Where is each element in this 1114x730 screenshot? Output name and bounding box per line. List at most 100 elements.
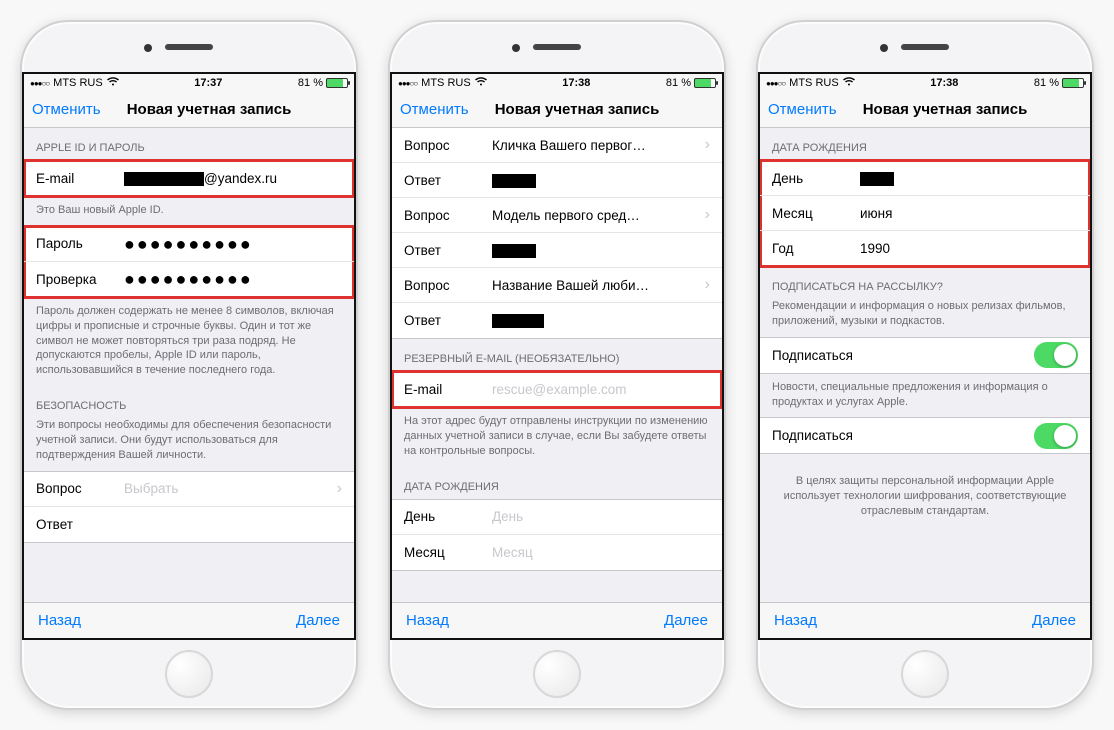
- back-button[interactable]: Назад: [774, 612, 817, 629]
- sub2-label: Подписаться: [772, 428, 882, 443]
- phone-mockup-1: ●●●○○ MTS RUS 17:37 81 % Отменить Новая …: [20, 20, 358, 710]
- day-value: [860, 170, 1078, 185]
- a3-cell[interactable]: Ответ: [392, 303, 722, 338]
- year-label: Год: [772, 241, 860, 256]
- security-questions-group: Вопрос Кличка Вашего первог… › Ответ Воп…: [392, 128, 722, 339]
- phone-camera: [144, 44, 152, 52]
- rescue-footer: На этот адрес будут отправлены инструкци…: [392, 408, 722, 467]
- section-header-subscribe: ПОДПИСАТЬСЯ НА РАССЫЛКУ?: [760, 267, 1090, 299]
- day-cell[interactable]: День: [760, 161, 1090, 196]
- a2-label: Ответ: [404, 243, 492, 258]
- password-group: Пароль ●●●●●●●●●● Проверка ●●●●●●●●●●: [24, 226, 354, 298]
- email-value: @yandex.ru: [124, 171, 342, 186]
- status-bar: ●●●○○ MTS RUS 17:38 81 %: [392, 74, 722, 92]
- battery-pct: 81 %: [666, 77, 691, 89]
- rescue-group: E-mail rescue@example.com: [392, 371, 722, 408]
- battery-pct: 81 %: [1034, 77, 1059, 89]
- section-header-appleid: APPLE ID И ПАРОЛЬ: [24, 128, 354, 160]
- rescue-label: E-mail: [404, 382, 492, 397]
- year-cell[interactable]: Год 1990: [760, 231, 1090, 266]
- status-bar: ●●●○○ MTS RUS 17:37 81 %: [24, 74, 354, 92]
- dob-group: День Месяц июня Год 1990: [760, 160, 1090, 267]
- month-cell[interactable]: Месяц июня: [760, 196, 1090, 231]
- q1-cell[interactable]: Вопрос Кличка Вашего первог… ›: [392, 128, 722, 163]
- carrier-label: MTS RUS: [53, 77, 103, 89]
- phone-top: [22, 22, 356, 72]
- content: APPLE ID И ПАРОЛЬ E-mail @yandex.ru Это …: [24, 128, 354, 602]
- phone-speaker: [165, 44, 213, 50]
- q2-cell[interactable]: Вопрос Модель первого сред… ›: [392, 198, 722, 233]
- q3-cell[interactable]: Вопрос Название Вашей люби… ›: [392, 268, 722, 303]
- year-value: 1990: [860, 241, 1078, 256]
- redacted-answer-1: [492, 174, 536, 188]
- q1-label: Вопрос: [404, 138, 492, 153]
- phone-speaker: [533, 44, 581, 50]
- status-right: 81 %: [298, 77, 348, 89]
- confirm-value: ●●●●●●●●●●: [124, 272, 342, 286]
- sub1-note: Рекомендации и информация о новых релиза…: [760, 299, 1090, 337]
- wifi-icon: [475, 77, 487, 89]
- question-cell[interactable]: Вопрос Выбрать ›: [24, 472, 354, 507]
- subscribe-toggle-1[interactable]: [1034, 342, 1078, 368]
- screen: ●●●○○ MTS RUS 17:38 81 % Отменить Новая …: [758, 72, 1092, 640]
- month-value: Месяц: [492, 545, 710, 560]
- next-button[interactable]: Далее: [1032, 612, 1076, 629]
- answer-cell[interactable]: Ответ: [24, 507, 354, 542]
- password-cell[interactable]: Пароль ●●●●●●●●●●: [24, 227, 354, 262]
- status-bar: ●●●○○ MTS RUS 17:38 81 %: [760, 74, 1090, 92]
- day-cell[interactable]: День День: [392, 500, 722, 535]
- month-label: Месяц: [772, 206, 860, 221]
- question-group: Вопрос Выбрать › Ответ: [24, 471, 354, 543]
- sub1-cell[interactable]: Подписаться: [760, 338, 1090, 373]
- email-group: E-mail @yandex.ru: [24, 160, 354, 197]
- home-button[interactable]: [165, 650, 213, 698]
- status-left: ●●●○○ MTS RUS: [398, 77, 487, 89]
- home-button[interactable]: [901, 650, 949, 698]
- status-time: 17:37: [194, 77, 222, 89]
- a1-cell[interactable]: Ответ: [392, 163, 722, 198]
- redacted-answer-2: [492, 244, 536, 258]
- signal-icon: ●●●○○: [766, 79, 785, 88]
- rescue-cell[interactable]: E-mail rescue@example.com: [392, 372, 722, 407]
- status-left: ●●●○○ MTS RUS: [30, 77, 119, 89]
- battery-pct: 81 %: [298, 77, 323, 89]
- q3-value: Название Вашей люби…: [492, 278, 705, 293]
- back-button[interactable]: Назад: [406, 612, 449, 629]
- content: Вопрос Кличка Вашего первог… › Ответ Воп…: [392, 128, 722, 602]
- wifi-icon: [107, 77, 119, 89]
- a2-cell[interactable]: Ответ: [392, 233, 722, 268]
- sub2-group: Подписаться: [760, 417, 1090, 454]
- redacted-day: [860, 172, 894, 186]
- back-button[interactable]: Назад: [38, 612, 81, 629]
- phone-speaker: [901, 44, 949, 50]
- a3-label: Ответ: [404, 313, 492, 328]
- confirm-cell[interactable]: Проверка ●●●●●●●●●●: [24, 262, 354, 297]
- status-right: 81 %: [666, 77, 716, 89]
- battery-icon: [694, 78, 716, 88]
- status-left: ●●●○○ MTS RUS: [766, 77, 855, 89]
- home-button[interactable]: [533, 650, 581, 698]
- nav-title: Новая учетная запись: [432, 101, 722, 118]
- toolbar: Назад Далее: [24, 602, 354, 638]
- next-button[interactable]: Далее: [296, 612, 340, 629]
- section-header-dob: ДАТА РОЖДЕНИЯ: [760, 128, 1090, 160]
- password-footer: Пароль должен содержать не менее 8 симво…: [24, 298, 354, 386]
- sub2-cell[interactable]: Подписаться: [760, 418, 1090, 453]
- sub1-label: Подписаться: [772, 348, 882, 363]
- battery-icon: [1062, 78, 1084, 88]
- sub2-note: Новости, специальные предложения и инфор…: [760, 374, 1090, 418]
- subscribe-toggle-2[interactable]: [1034, 423, 1078, 449]
- question-value: Выбрать: [124, 481, 337, 496]
- section-header-dob: ДАТА РОЖДЕНИЯ: [392, 467, 722, 499]
- rescue-placeholder: rescue@example.com: [492, 382, 710, 397]
- email-label: E-mail: [36, 171, 124, 186]
- screen: ●●●○○ MTS RUS 17:38 81 % Отменить Новая …: [390, 72, 724, 640]
- q1-value: Кличка Вашего первог…: [492, 138, 705, 153]
- month-cell[interactable]: Месяц Месяц: [392, 535, 722, 570]
- next-button[interactable]: Далее: [664, 612, 708, 629]
- status-time: 17:38: [562, 77, 590, 89]
- password-label: Пароль: [36, 236, 124, 251]
- password-value: ●●●●●●●●●●: [124, 237, 342, 251]
- nav-bar: Отменить Новая учетная запись: [24, 92, 354, 128]
- email-cell[interactable]: E-mail @yandex.ru: [24, 161, 354, 196]
